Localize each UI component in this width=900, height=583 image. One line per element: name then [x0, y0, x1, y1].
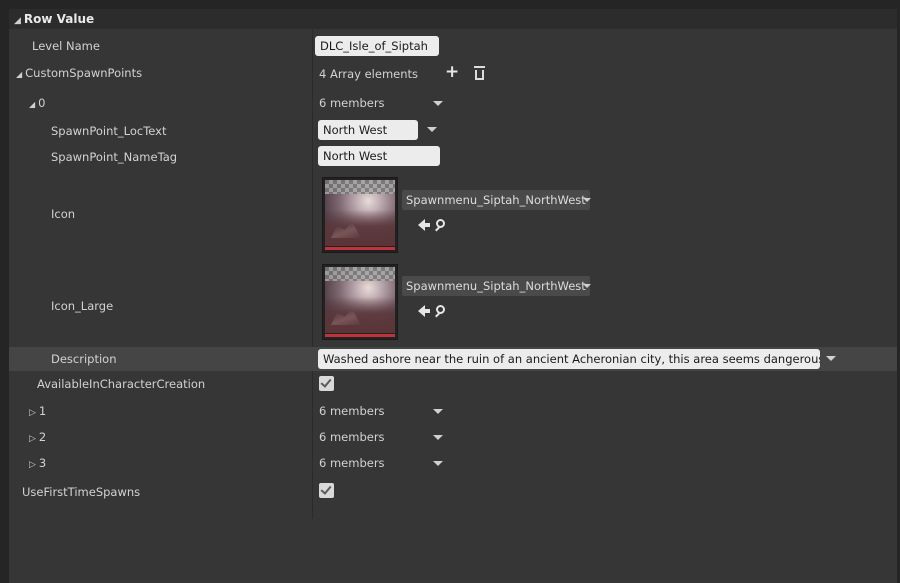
icon-large-label: Icon_Large: [51, 299, 114, 313]
custom-spawn-points-text: CustomSpawnPoints: [25, 66, 143, 80]
row-value-header[interactable]: ◢ Row Value: [9, 9, 897, 29]
custom-spawn-points-label[interactable]: ◢ CustomSpawnPoints: [16, 66, 142, 80]
arrow-left-icon[interactable]: [418, 219, 430, 231]
element-0-label[interactable]: ◢ 0: [29, 96, 45, 110]
level-name-field[interactable]: DLC_Isle_of_Siptah: [315, 36, 439, 56]
collapse-icon[interactable]: ◢: [14, 16, 21, 26]
element-3-text: 3: [38, 456, 47, 470]
name-tag-field[interactable]: North West: [318, 146, 440, 166]
thumbnail-type-bar: [325, 334, 395, 337]
chevron-down-icon[interactable]: [826, 356, 836, 361]
thumbnail-image: [325, 267, 395, 333]
check-icon: [320, 483, 332, 495]
element-2-text: 2: [38, 430, 47, 444]
element-1-members: 6 members: [319, 404, 385, 418]
icon-large-asset-name: Spawnmenu_Siptah_NorthWest: [406, 279, 586, 293]
element-0-text: 0: [38, 96, 46, 110]
icon-asset-name: Spawnmenu_Siptah_NorthWest: [406, 193, 586, 207]
available-label: AvailableInCharacterCreation: [37, 377, 206, 391]
expand-icon[interactable]: ▷: [29, 408, 36, 418]
search-icon[interactable]: [436, 305, 445, 314]
element-3-members: 6 members: [319, 456, 385, 470]
element-1-text: 1: [38, 404, 47, 418]
header-title: Row Value: [23, 12, 95, 26]
collapse-icon[interactable]: ◢: [29, 100, 35, 109]
icon-label: Icon: [51, 207, 76, 221]
add-element-button[interactable]: +: [445, 64, 459, 81]
chevron-down-icon[interactable]: [583, 198, 591, 202]
name-tag-label: SpawnPoint_NameTag: [51, 150, 178, 164]
array-count: 4 Array elements: [319, 67, 419, 81]
column-divider[interactable]: [312, 29, 313, 519]
description-field[interactable]: Washed ashore near the ruin of an ancien…: [318, 349, 820, 369]
element-0-members: 6 members: [319, 96, 385, 110]
icon-thumbnail[interactable]: [322, 177, 398, 253]
expand-icon[interactable]: ▷: [29, 460, 36, 470]
collapse-icon[interactable]: ◢: [16, 70, 22, 79]
details-panel: ◢ Row Value Level Name DLC_Isle_of_Siptah…: [9, 9, 897, 583]
icon-large-thumbnail[interactable]: [322, 264, 398, 340]
check-icon: [320, 376, 332, 388]
loc-text-field[interactable]: North West: [318, 120, 418, 140]
arrow-left-icon[interactable]: [418, 305, 430, 317]
thumbnail-type-bar: [325, 247, 395, 250]
icon-large-asset-picker[interactable]: Spawnmenu_Siptah_NorthWest: [402, 276, 590, 296]
element-2-members: 6 members: [319, 430, 385, 444]
chevron-down-icon[interactable]: [433, 101, 443, 106]
available-checkbox[interactable]: [319, 376, 334, 391]
use-first-time-spawns-checkbox[interactable]: [319, 483, 334, 498]
element-1-label[interactable]: ▷ 1: [29, 404, 46, 418]
element-3-label[interactable]: ▷ 3: [29, 456, 46, 470]
level-name-label: Level Name: [32, 39, 100, 53]
loc-text-label: SpawnPoint_LocText: [51, 124, 167, 138]
thumbnail-image: [325, 180, 395, 246]
search-icon[interactable]: [436, 219, 445, 228]
delete-all-icon[interactable]: [474, 66, 485, 80]
use-first-time-spawns-label: UseFirstTimeSpawns: [22, 485, 141, 499]
element-2-label[interactable]: ▷ 2: [29, 430, 46, 444]
icon-asset-picker[interactable]: Spawnmenu_Siptah_NorthWest: [402, 190, 590, 210]
chevron-down-icon[interactable]: [583, 284, 591, 288]
chevron-down-icon[interactable]: [427, 127, 437, 132]
chevron-down-icon[interactable]: [433, 461, 443, 466]
description-label: Description: [51, 352, 117, 366]
expand-icon[interactable]: ▷: [29, 434, 36, 444]
chevron-down-icon[interactable]: [433, 435, 443, 440]
chevron-down-icon[interactable]: [433, 409, 443, 414]
